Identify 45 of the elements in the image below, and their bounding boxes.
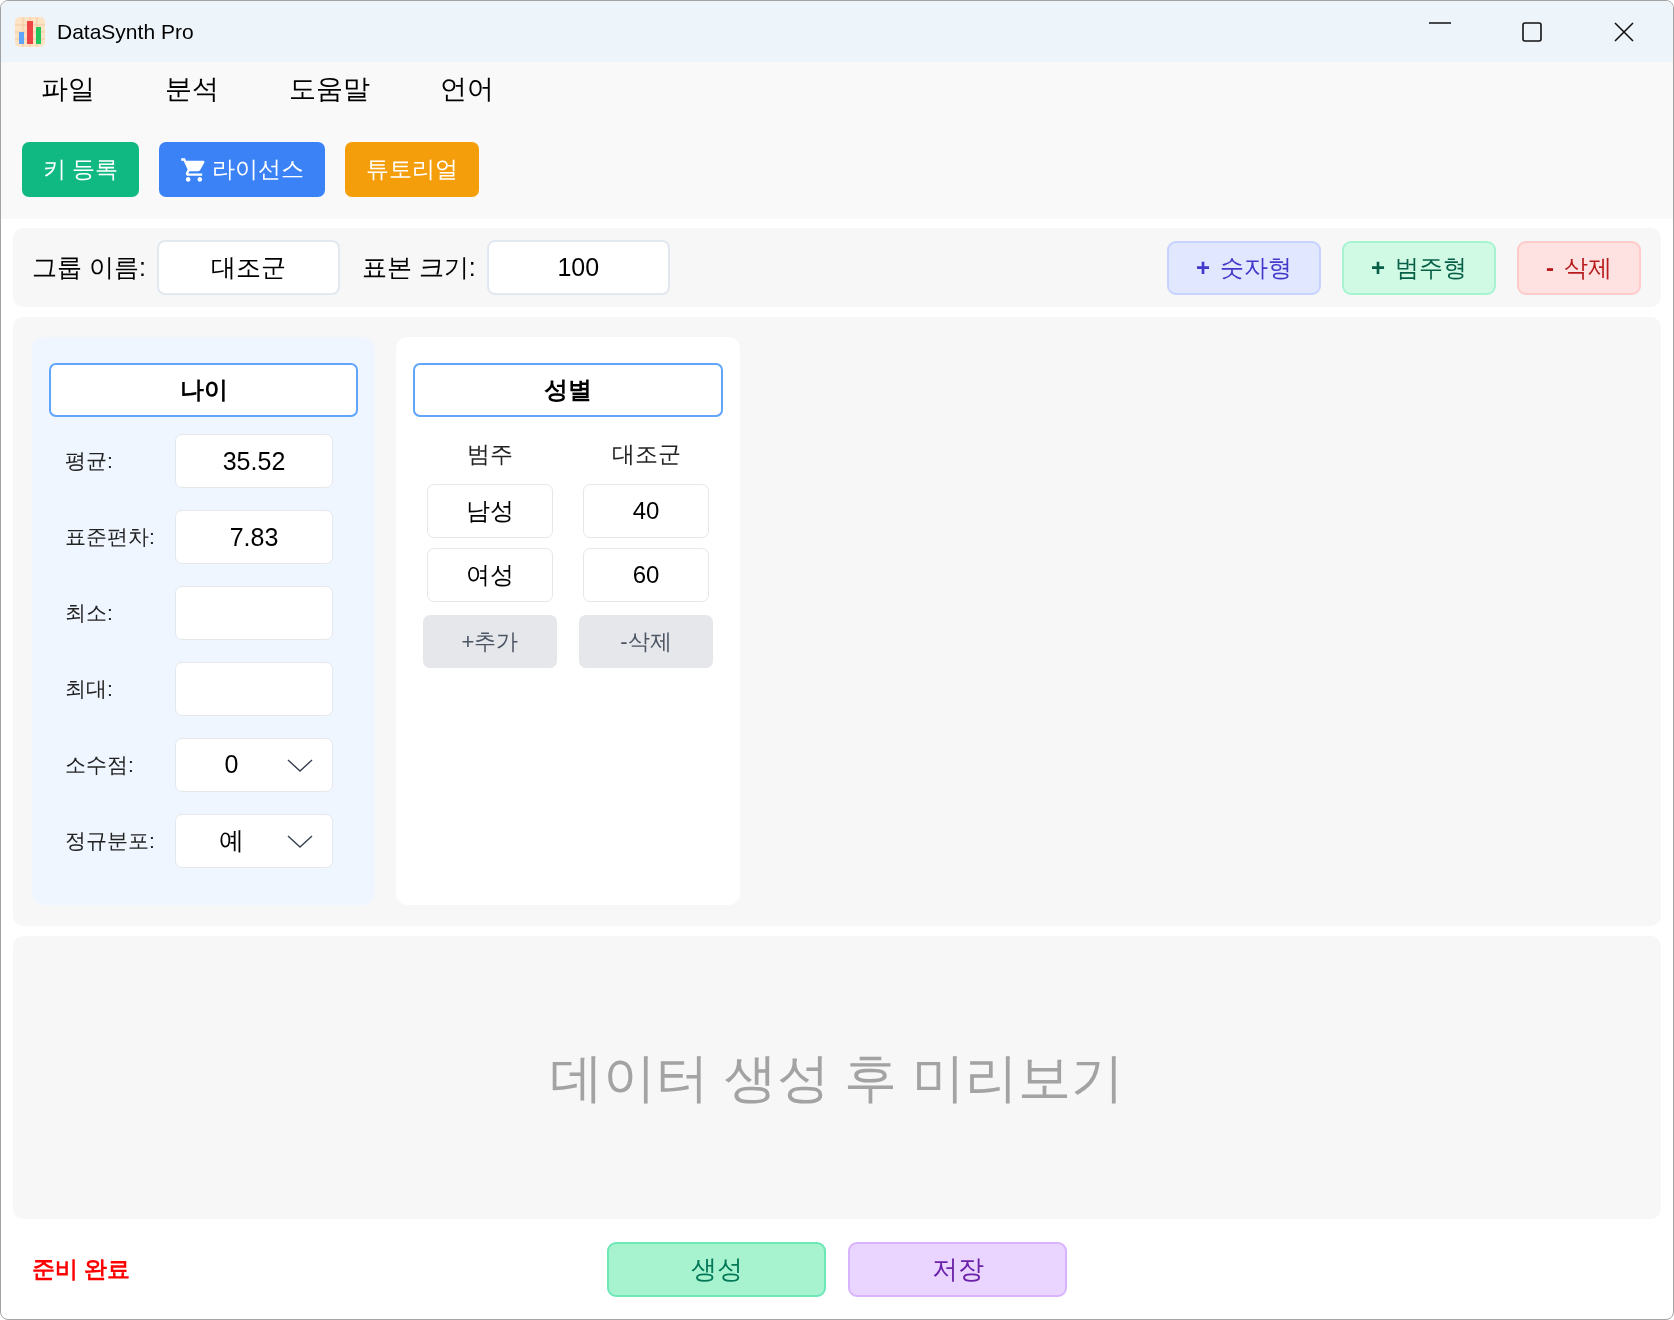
field-label: 표준편차: [64, 524, 156, 551]
input-field[interactable] [175, 586, 333, 640]
bar-chart-icon [15, 16, 45, 47]
input-field[interactable]: 7.83 [175, 510, 333, 564]
group-name-label: 그룹 이름: [32, 251, 146, 283]
field-label: 소수점: [64, 752, 135, 779]
count-field[interactable]: 60 [583, 548, 709, 602]
maximize-icon[interactable] [1522, 21, 1542, 42]
toolbar-button[interactable]: 라이선스 [159, 142, 326, 197]
column-header: 대조군 [610, 440, 682, 469]
sample-size-label: 표본 크기: [361, 251, 476, 283]
category-field[interactable]: 여성 [427, 548, 553, 602]
field-label: 평균: [64, 448, 114, 475]
chevron-down-icon [287, 758, 313, 772]
menu-item[interactable]: 파일 [41, 69, 95, 110]
close-icon[interactable] [1614, 21, 1634, 42]
input-field[interactable]: 35.52 [175, 434, 333, 488]
dropdown-select[interactable]: 0 [175, 738, 333, 792]
field-label: 정규분포: [64, 828, 156, 855]
menu-item[interactable]: 언어 [440, 69, 494, 110]
menu-item[interactable]: 분석 [165, 69, 219, 110]
status-text: 준비 완료 [32, 1254, 131, 1284]
chevron-down-icon [287, 834, 313, 848]
count-field[interactable]: 40 [583, 484, 709, 538]
save-button[interactable]: 저장 [848, 1241, 1067, 1297]
delete-variable-button[interactable]: - 삭제 [1517, 240, 1641, 295]
field-label: 최대: [64, 676, 114, 703]
dropdown-select[interactable]: 예 [175, 814, 333, 868]
field-label: 최소: [64, 600, 114, 627]
generate-button[interactable]: 생성 [607, 1241, 826, 1297]
menu-item[interactable]: 도움말 [289, 69, 370, 110]
add-row-button[interactable]: +추가 [423, 615, 557, 668]
input-field[interactable] [175, 662, 333, 716]
column-header: 범주 [466, 440, 514, 469]
group-name-field[interactable]: 대조군 [156, 240, 340, 295]
preview-message: 데이터 생성 후 미리보기 [549, 1046, 1125, 1109]
variable-header-button[interactable]: 성별 [413, 363, 723, 417]
variable-header-button[interactable]: 나이 [49, 363, 358, 417]
minimize-icon[interactable] [1429, 21, 1451, 24]
add-variable-button[interactable]: + 범주형 [1342, 240, 1496, 295]
add-variable-button[interactable]: + 숫자형 [1166, 240, 1321, 295]
sample-size-field[interactable]: 100 [486, 240, 670, 295]
window-title: DataSynth Pro [57, 18, 194, 45]
delete-row-button[interactable]: -삭제 [579, 615, 713, 668]
category-field[interactable]: 남성 [427, 484, 553, 538]
